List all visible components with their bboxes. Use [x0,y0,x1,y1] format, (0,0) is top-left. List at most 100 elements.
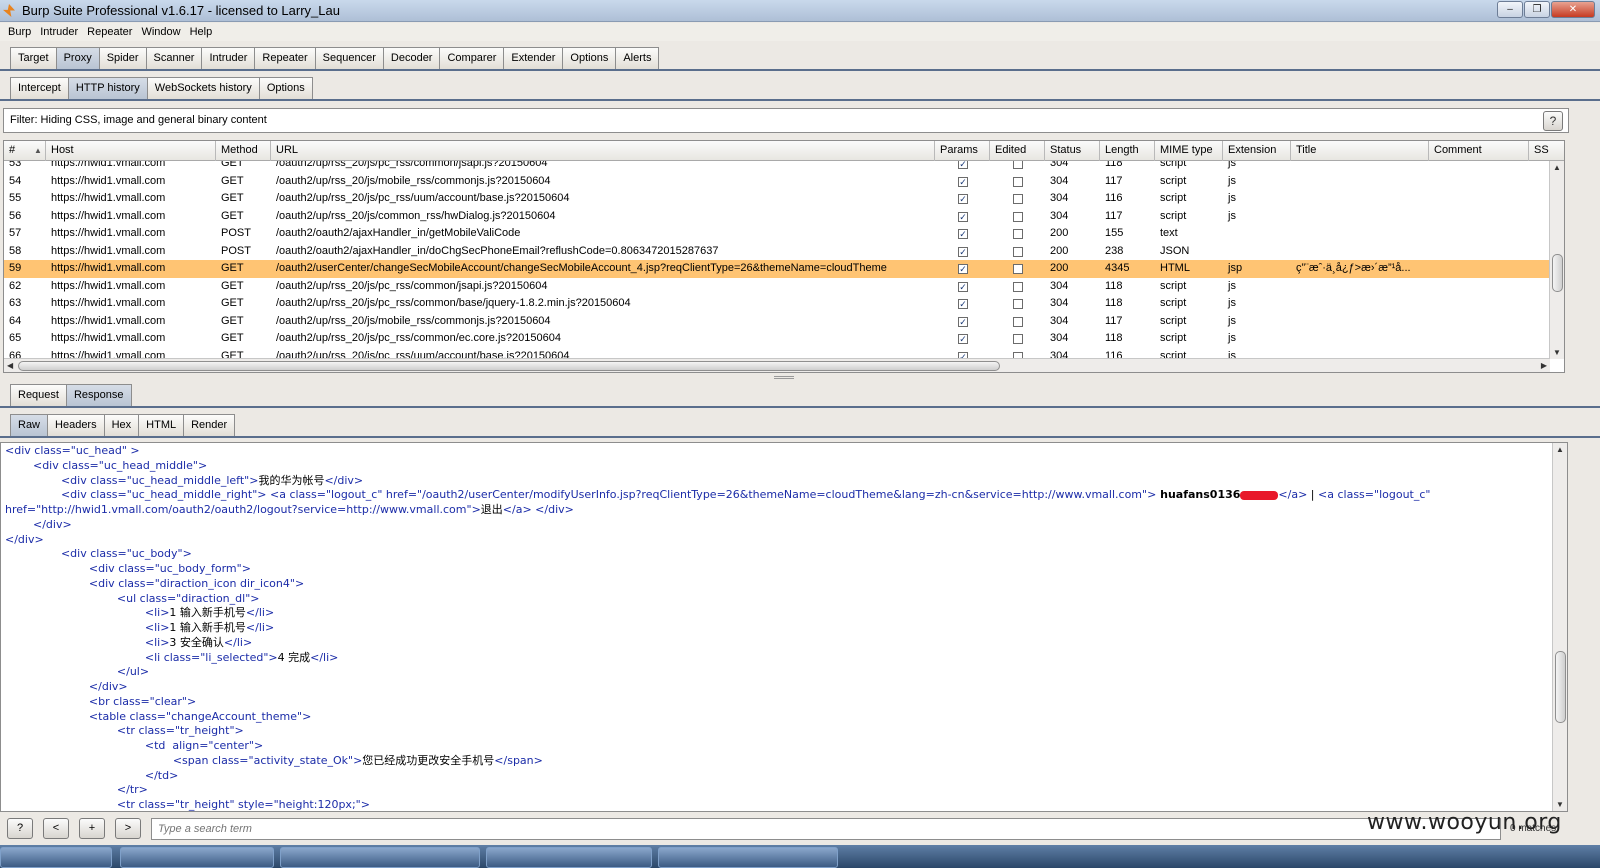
tab-options[interactable]: Options [562,47,617,69]
table-row[interactable]: 53 https://hwid1.vmall.com GET/oauth2/up/r… [4,161,1550,173]
tab-proxy[interactable]: Proxy [55,47,100,69]
table-horizontal-scrollbar[interactable]: ◀ ▶ [4,358,1550,372]
taskbar-item-1[interactable] [120,847,274,868]
editor-scroll-up-icon[interactable]: ▲ [1556,445,1564,454]
table-row[interactable]: 56 https://hwid1.vmall.com GET/oauth2/up/r… [4,208,1550,226]
taskbar-item-2[interactable] [280,847,480,868]
params-checkbox[interactable]: ✓ [958,246,968,257]
tab-scanner[interactable]: Scanner [145,47,203,69]
menu-window[interactable]: Window [141,23,180,41]
params-checkbox[interactable]: ✓ [958,299,968,309]
params-checkbox[interactable]: ✓ [958,316,968,327]
tab-extender[interactable]: Extender [503,47,564,69]
col-comment[interactable]: Comment [1429,141,1529,161]
tab-http-history[interactable]: HTTP history [67,77,148,99]
response-source[interactable]: <div class="uc_head" > <div class="uc_he… [5,444,1550,811]
menu-burp[interactable]: Burp [8,23,31,41]
menu-help[interactable]: Help [190,23,213,41]
table-row[interactable]: 62 https://hwid1.vmall.com GET/oauth2/up/r… [4,278,1550,296]
edited-checkbox[interactable] [1013,246,1023,257]
splitter-grip-icon[interactable] [774,376,794,379]
tab-comparer[interactable]: Comparer [439,47,505,69]
edited-checkbox[interactable] [1013,211,1023,222]
table-hscroll-thumb[interactable] [18,361,1000,371]
tab-response[interactable]: Response [65,384,132,406]
edited-checkbox[interactable] [1013,316,1023,327]
search-next-button[interactable]: > [115,818,141,839]
tab-target[interactable]: Target [10,47,57,69]
search-add-button[interactable]: + [79,818,105,839]
table-row[interactable]: 63 https://hwid1.vmall.com GET/oauth2/up/r… [4,295,1550,313]
table-vertical-scrollbar[interactable]: ▲ ▼ [1549,161,1564,359]
close-button[interactable]: ✕ [1551,1,1595,18]
tab-websockets-history[interactable]: WebSockets history [146,77,260,99]
params-checkbox[interactable]: ✓ [958,334,968,344]
tab-sequencer[interactable]: Sequencer [314,47,384,69]
table-row[interactable]: 58 https://hwid1.vmall.com POST/oauth2/oau… [4,243,1550,261]
taskbar-start-icon[interactable] [0,847,112,868]
params-checkbox[interactable]: ✓ [958,229,968,239]
edited-checkbox[interactable] [1013,264,1023,274]
tab-repeater[interactable]: Repeater [254,47,316,69]
col-ssl[interactable]: SS [1529,141,1564,161]
params-checkbox[interactable]: ✓ [958,281,968,292]
taskbar-item-3[interactable] [486,847,652,868]
table-row[interactable]: 55 https://hwid1.vmall.com GET/oauth2/up/r… [4,190,1550,208]
edited-checkbox[interactable] [1013,229,1023,239]
pane-splitter[interactable] [0,374,1600,382]
col-extension[interactable]: Extension [1223,141,1291,161]
editor-vscroll-thumb[interactable] [1555,651,1566,723]
col-length[interactable]: Length [1100,141,1155,161]
col-number[interactable]: # ▲ [4,141,46,161]
taskbar-item-4[interactable] [658,847,838,868]
col-mime-type[interactable]: MIME type [1155,141,1223,161]
filter-help-button[interactable]: ? [1543,111,1563,131]
menu-repeater[interactable]: Repeater [87,23,132,41]
response-editor[interactable]: <div class="uc_head" > <div class="uc_he… [0,442,1568,812]
col-params[interactable]: Params [935,141,990,161]
edited-checkbox[interactable] [1013,176,1023,187]
scroll-up-icon[interactable]: ▲ [1553,163,1561,172]
scroll-down-icon[interactable]: ▼ [1553,348,1561,357]
edited-checkbox[interactable] [1013,299,1023,309]
edited-checkbox[interactable] [1013,161,1023,169]
col-url[interactable]: URL [271,141,935,161]
search-prev-button[interactable]: < [43,818,69,839]
tab-request[interactable]: Request [10,384,67,406]
maximize-button[interactable]: ❐ [1524,1,1550,18]
params-checkbox[interactable]: ✓ [958,264,968,274]
table-row[interactable]: 59 https://hwid1.vmall.com GET/oauth2/user… [4,260,1550,278]
table-row[interactable]: 64 https://hwid1.vmall.com GET/oauth2/up/r… [4,313,1550,331]
minimize-button[interactable]: – [1497,1,1523,18]
tab-headers[interactable]: Headers [47,414,105,436]
filter-bar[interactable]: Filter: Hiding CSS, image and general bi… [3,108,1569,133]
params-checkbox[interactable]: ✓ [958,161,968,169]
search-help-button[interactable]: ? [7,818,33,839]
scroll-right-icon[interactable]: ▶ [1541,361,1547,370]
params-checkbox[interactable]: ✓ [958,194,968,204]
tab-html[interactable]: HTML [138,414,185,436]
scroll-left-icon[interactable]: ◀ [7,361,13,370]
tab-alerts[interactable]: Alerts [615,47,660,69]
edited-checkbox[interactable] [1013,194,1023,204]
table-row[interactable]: 57 https://hwid1.vmall.com POST/oauth2/oau… [4,225,1550,243]
menu-intruder[interactable]: Intruder [40,23,78,41]
editor-scroll-down-icon[interactable]: ▼ [1556,800,1564,809]
col-method[interactable]: Method [216,141,271,161]
editor-vertical-scrollbar[interactable]: ▲ ▼ [1552,443,1567,811]
edited-checkbox[interactable] [1013,334,1023,344]
col-host[interactable]: Host [46,141,216,161]
table-row[interactable]: 54 https://hwid1.vmall.com GET/oauth2/up/r… [4,173,1550,191]
tab-spider[interactable]: Spider [98,47,147,69]
tab-proxy-options[interactable]: Options [258,77,313,99]
tab-render[interactable]: Render [183,414,236,436]
search-input[interactable] [151,818,1501,840]
table-vscroll-thumb[interactable] [1552,254,1563,292]
tab-intercept[interactable]: Intercept [10,77,69,99]
edited-checkbox[interactable] [1013,281,1023,292]
tab-hex[interactable]: Hex [103,414,140,436]
table-row[interactable]: 65 https://hwid1.vmall.com GET/oauth2/up/r… [4,330,1550,348]
col-edited[interactable]: Edited [990,141,1045,161]
tab-raw[interactable]: Raw [10,414,49,436]
col-title[interactable]: Title [1291,141,1429,161]
